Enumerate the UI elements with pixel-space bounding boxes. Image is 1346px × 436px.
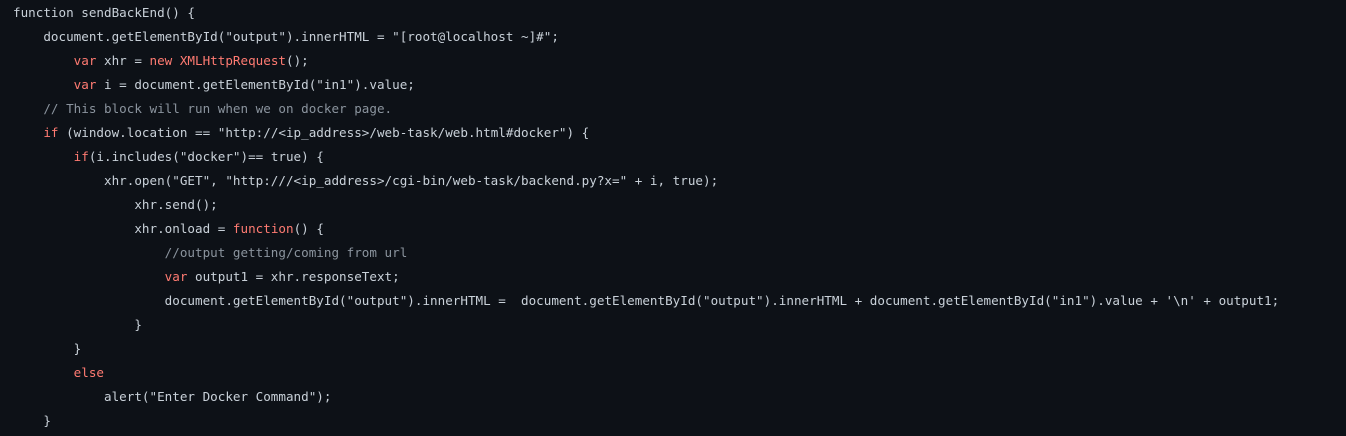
code-line: } bbox=[13, 337, 1346, 361]
code-line: alert("Enter Docker Command"); bbox=[13, 385, 1346, 409]
code-text: alert("Enter Docker Command"); bbox=[104, 389, 332, 404]
code-block: function sendBackEnd() { document.getEle… bbox=[0, 0, 1346, 436]
code-line: var output1 = xhr.responseText; bbox=[13, 265, 1346, 289]
code-text: sendBackEnd() { bbox=[73, 5, 195, 20]
code-text: } bbox=[73, 341, 82, 356]
code-line: //output getting/coming from url bbox=[13, 241, 1346, 265]
code-line: document.getElementById("output").innerH… bbox=[13, 25, 1346, 49]
code-keyword: var bbox=[73, 53, 97, 68]
code-keyword: new bbox=[149, 53, 173, 68]
code-keyword: var bbox=[164, 269, 188, 284]
code-line: if(i.includes("docker")== true) { bbox=[13, 145, 1346, 169]
code-text: output1 = xhr.responseText; bbox=[187, 269, 400, 284]
code-text: (i.includes("docker")== true) { bbox=[88, 149, 324, 164]
code-line: // This block will run when we on docker… bbox=[13, 97, 1346, 121]
code-keyword: XMLHttpRequest bbox=[179, 53, 286, 68]
code-line: xhr.send(); bbox=[13, 193, 1346, 217]
code-text: } bbox=[134, 317, 142, 332]
code-keyword: var bbox=[73, 77, 97, 92]
code-text: function bbox=[13, 5, 74, 20]
code-text: xhr.send(); bbox=[134, 197, 218, 212]
code-keyword: function bbox=[232, 221, 294, 236]
code-text: } bbox=[43, 413, 51, 428]
code-text: (window.location == "http://<ip_address>… bbox=[58, 125, 590, 140]
code-line: var i = document.getElementById("in1").v… bbox=[13, 73, 1346, 97]
code-text: (); bbox=[286, 53, 309, 68]
code-keyword: if bbox=[43, 125, 59, 140]
code-line: document.getElementById("output").innerH… bbox=[13, 289, 1346, 313]
code-text: document.getElementById("output").innerH… bbox=[43, 29, 559, 44]
code-text: xhr.open("GET", "http:///<ip_address>/cg… bbox=[104, 173, 719, 188]
code-text: i = document.getElementById("in1").value… bbox=[96, 77, 415, 92]
code-text: xhr.onload = bbox=[134, 221, 233, 236]
code-line: } bbox=[13, 409, 1346, 433]
code-keyword: if bbox=[73, 149, 89, 164]
code-comment: // This block will run when we on docker… bbox=[43, 101, 393, 116]
code-line: var xhr = new XMLHttpRequest(); bbox=[13, 49, 1346, 73]
code-text: document.getElementById("output").innerH… bbox=[164, 293, 1280, 308]
code-line: xhr.open("GET", "http:///<ip_address>/cg… bbox=[13, 169, 1346, 193]
code-line: function sendBackEnd() { bbox=[13, 1, 1346, 25]
code-line: } bbox=[13, 313, 1346, 337]
code-line: if (window.location == "http://<ip_addre… bbox=[13, 121, 1346, 145]
code-line: else bbox=[13, 361, 1346, 385]
code-comment: //output getting/coming from url bbox=[164, 245, 408, 260]
code-text: xhr = bbox=[96, 53, 150, 68]
code-line: xhr.onload = function() { bbox=[13, 217, 1346, 241]
code-keyword: else bbox=[73, 365, 105, 380]
code-text: () { bbox=[293, 221, 324, 236]
